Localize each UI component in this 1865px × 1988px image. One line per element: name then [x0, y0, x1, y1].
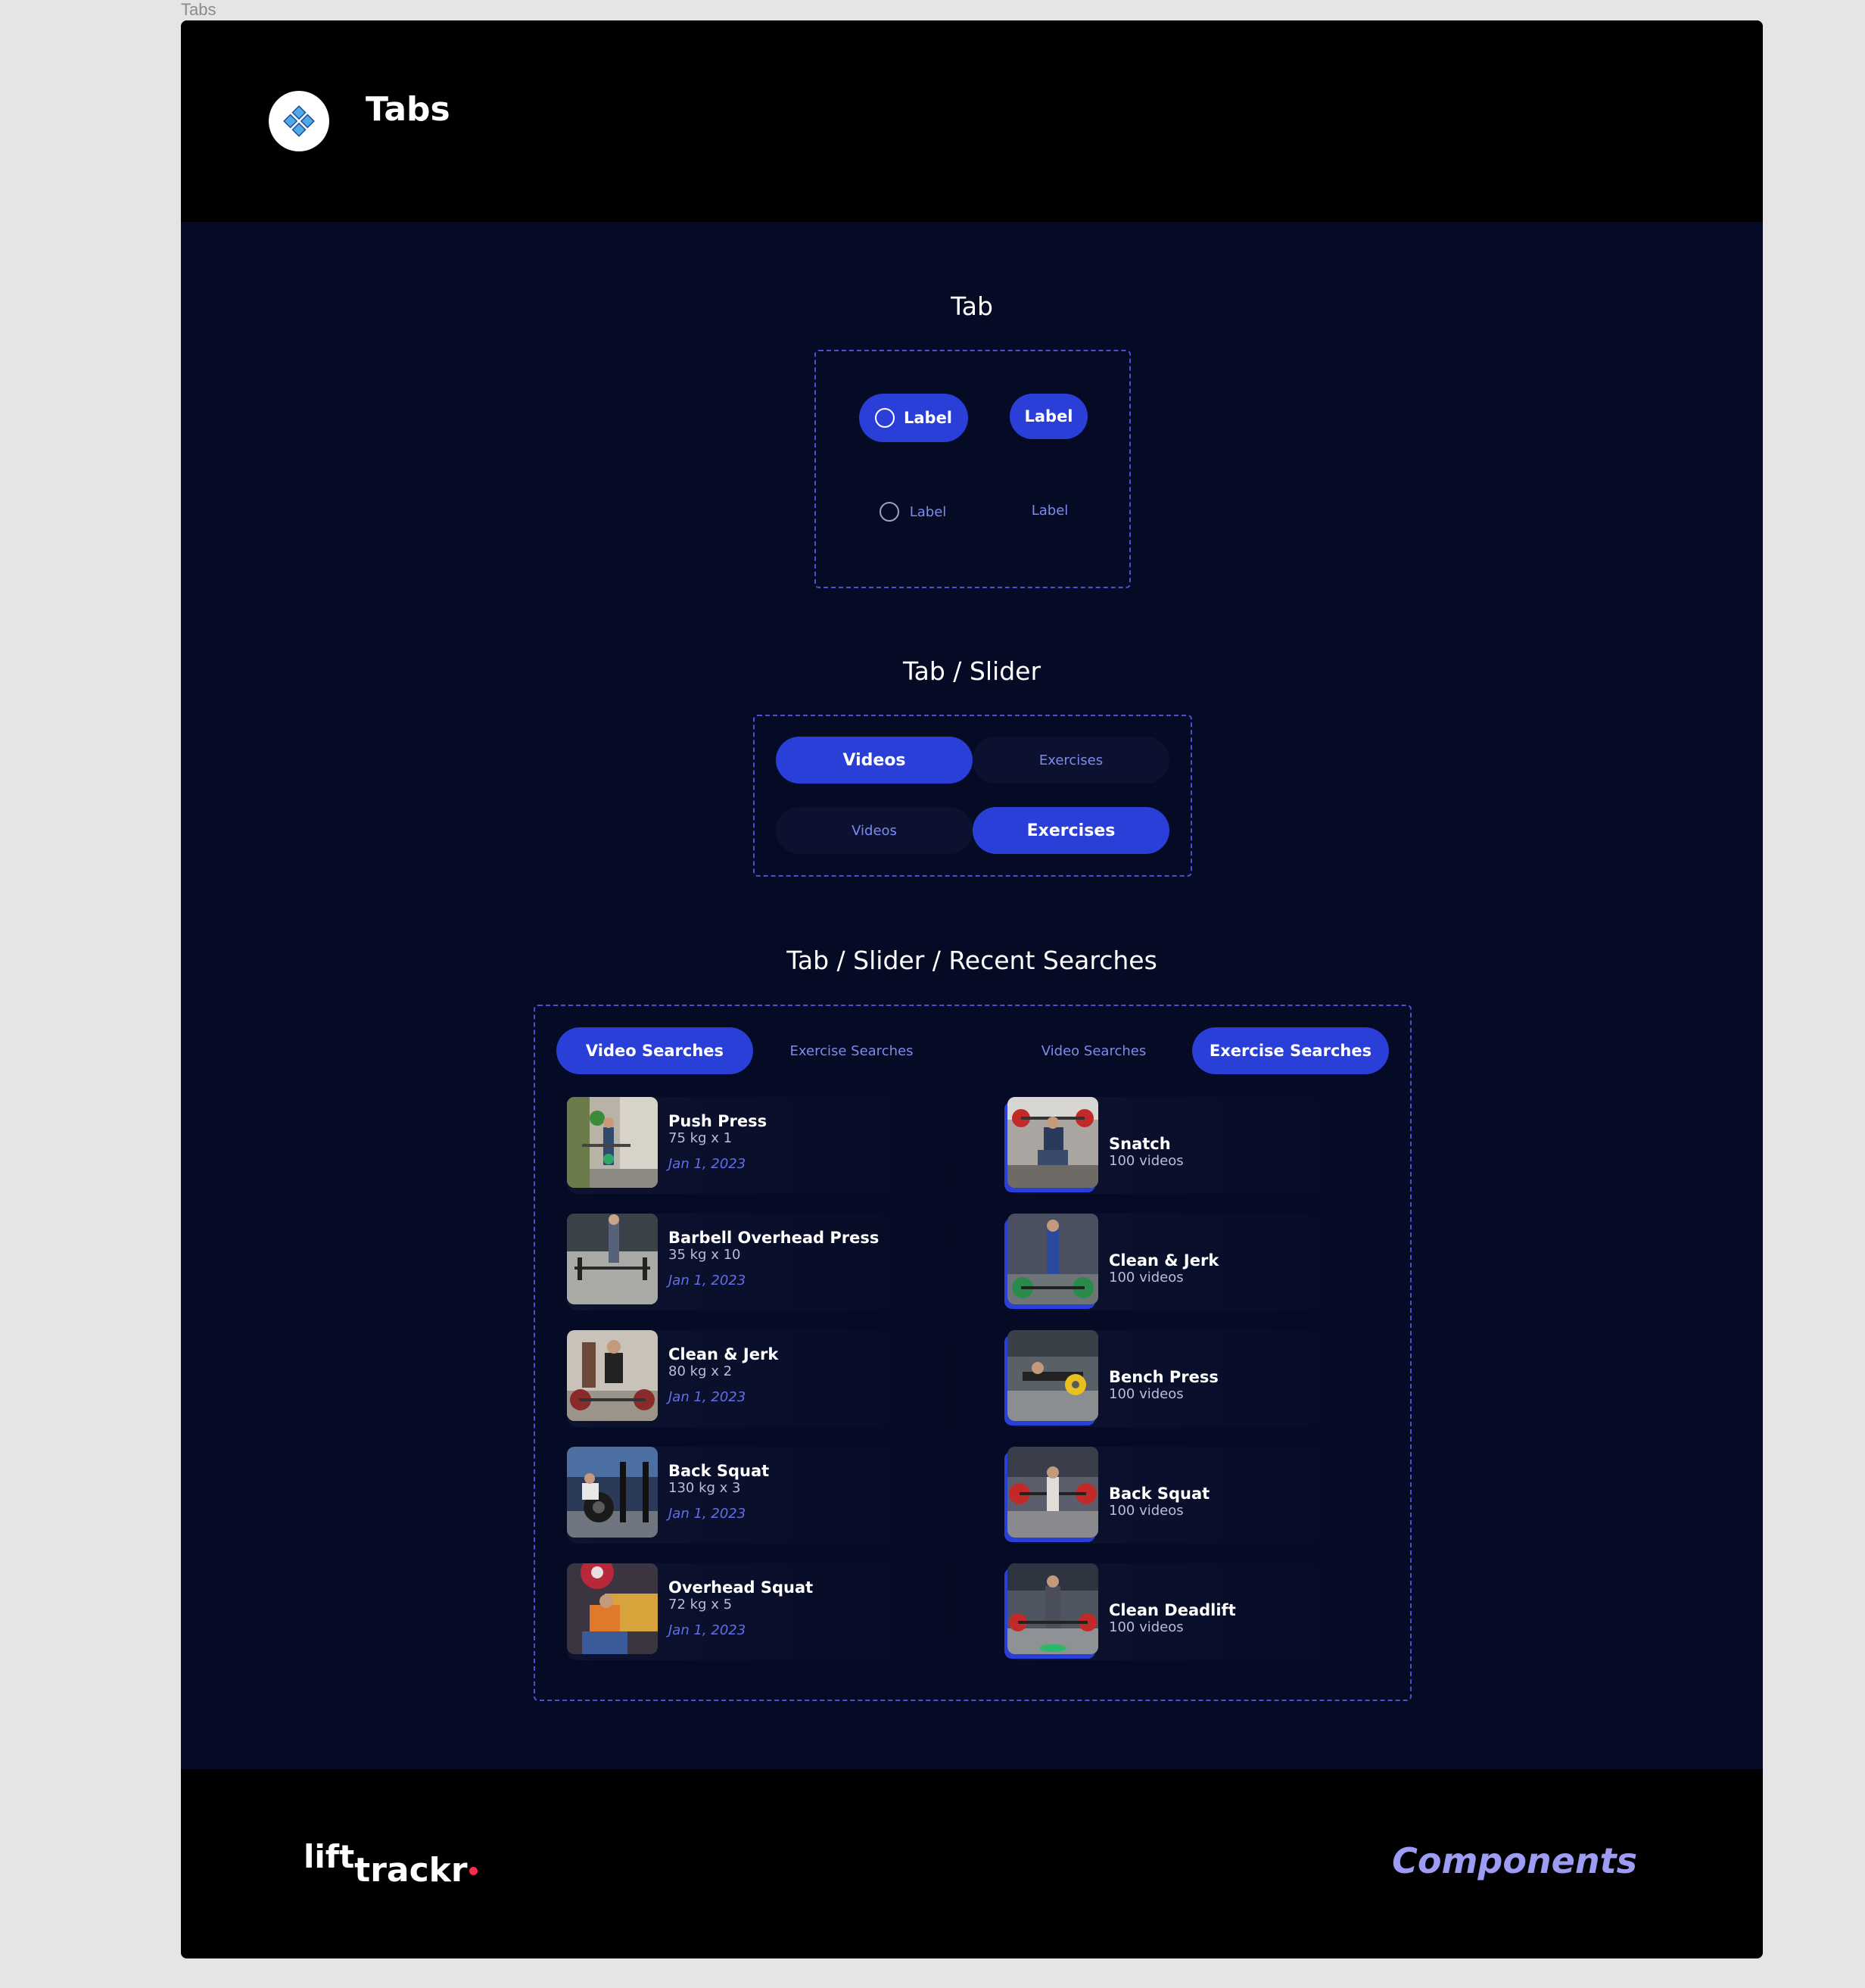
- exercise-thumbnail: [1007, 1447, 1098, 1538]
- slider-tab-videos-inactive[interactable]: Videos: [776, 807, 973, 854]
- frame-label: Tabs: [181, 0, 216, 19]
- component-diamond-icon: [283, 105, 315, 137]
- section-title-tab: Tab: [951, 291, 993, 321]
- search-weight-reps: 75 kg x 1: [668, 1130, 733, 1146]
- tab-label: Label: [903, 409, 953, 427]
- component-logo: [269, 91, 329, 151]
- search-weight-reps: 72 kg x 5: [668, 1597, 733, 1613]
- exercise-thumbnail: [1007, 1097, 1098, 1188]
- exercise-name: Clean & Jerk: [1109, 1251, 1219, 1270]
- page-footer: lifttrackr Components: [181, 1769, 1763, 1958]
- exercise-search-item[interactable]: Back Squat 100 videos: [1007, 1447, 1386, 1544]
- slider-tab-exercises-active[interactable]: Exercises: [973, 807, 1169, 854]
- video-thumbnail: [567, 1097, 658, 1188]
- exercise-search-item[interactable]: Bench Press 100 videos: [1007, 1330, 1386, 1427]
- search-exercise-name: Barbell Overhead Press: [668, 1229, 880, 1247]
- video-search-item[interactable]: Push Press 75 kg x 1 Jan 1, 2023: [567, 1097, 961, 1194]
- slider-tab-videos-active[interactable]: Videos: [776, 737, 973, 784]
- video-search-item[interactable]: Barbell Overhead Press 35 kg x 10 Jan 1,…: [567, 1214, 961, 1310]
- search-exercise-name: Back Squat: [668, 1462, 770, 1480]
- search-weight-reps: 35 kg x 10: [668, 1247, 741, 1263]
- search-weight-reps: 130 kg x 3: [668, 1480, 741, 1496]
- search-weight-reps: 80 kg x 2: [668, 1363, 733, 1379]
- brand-dot-icon: [469, 1867, 478, 1875]
- brand-trackr: trackr: [354, 1851, 468, 1890]
- search-exercise-name: Clean & Jerk: [668, 1345, 779, 1363]
- search-date: Jan 1, 2023: [668, 1622, 746, 1638]
- exercise-search-item[interactable]: Clean & Jerk 100 videos: [1007, 1214, 1386, 1310]
- video-thumbnail: [567, 1330, 658, 1421]
- exercise-video-count: 100 videos: [1109, 1619, 1184, 1635]
- video-thumbnail: [567, 1214, 658, 1304]
- page-header: Tabs: [181, 20, 1763, 222]
- exercise-video-count: 100 videos: [1109, 1386, 1184, 1402]
- exercise-video-count: 100 videos: [1109, 1270, 1184, 1285]
- video-search-item[interactable]: Overhead Squat 72 kg x 5 Jan 1, 2023: [567, 1563, 961, 1660]
- tabs-frame: Tabs Tab Label Label Label Label Tab / S…: [181, 20, 1763, 1958]
- tab-inactive-with-icon[interactable]: Label: [875, 497, 951, 527]
- section-title-slider: Tab / Slider: [902, 656, 1041, 686]
- exercise-name: Snatch: [1109, 1135, 1171, 1153]
- exercise-search-item[interactable]: Clean Deadlift 100 videos: [1007, 1563, 1386, 1660]
- exercise-thumbnail: [1007, 1214, 1098, 1304]
- tab-exercise-searches-active[interactable]: Exercise Searches: [1192, 1027, 1389, 1074]
- video-search-item[interactable]: Back Squat 130 kg x 3 Jan 1, 2023: [567, 1447, 961, 1544]
- slider-tab-exercises-inactive[interactable]: Exercises: [973, 737, 1169, 784]
- tab-inactive[interactable]: Label: [1020, 495, 1080, 525]
- section-title-recent-searches: Tab / Slider / Recent Searches: [786, 946, 1157, 975]
- search-date: Jan 1, 2023: [668, 1156, 746, 1172]
- exercise-thumbnail: [1007, 1563, 1098, 1654]
- tab-label: Label: [1024, 407, 1073, 425]
- circle-icon: [874, 408, 895, 428]
- exercise-name: Clean Deadlift: [1109, 1601, 1236, 1619]
- circle-icon: [879, 502, 899, 522]
- search-exercise-name: Push Press: [668, 1112, 767, 1130]
- footer-components-label: Components: [1392, 1840, 1637, 1881]
- slider-variants-box: Videos Exercises Videos Exercises: [753, 715, 1192, 877]
- brand-logo: lifttrackr: [304, 1838, 478, 1890]
- page-title: Tabs: [366, 90, 450, 129]
- search-exercise-name: Overhead Squat: [668, 1578, 814, 1597]
- tab-active[interactable]: Label: [1010, 394, 1088, 439]
- search-date: Jan 1, 2023: [668, 1273, 746, 1288]
- exercise-name: Back Squat: [1109, 1485, 1210, 1503]
- tab-variants-box: Label Label Label Label: [814, 350, 1131, 588]
- tab-video-searches-inactive[interactable]: Video Searches: [995, 1027, 1192, 1074]
- tab-label: Label: [909, 503, 947, 520]
- exercise-video-count: 100 videos: [1109, 1153, 1184, 1169]
- video-thumbnail: [567, 1563, 658, 1654]
- tab-exercise-searches-inactive[interactable]: Exercise Searches: [753, 1027, 950, 1074]
- exercise-video-count: 100 videos: [1109, 1503, 1184, 1519]
- tab-video-searches-active[interactable]: Video Searches: [556, 1027, 753, 1074]
- tab-label: Label: [1031, 502, 1069, 519]
- exercise-name: Bench Press: [1109, 1368, 1219, 1386]
- search-date: Jan 1, 2023: [668, 1389, 746, 1405]
- search-date: Jan 1, 2023: [668, 1506, 746, 1522]
- video-search-item[interactable]: Clean & Jerk 80 kg x 2 Jan 1, 2023: [567, 1330, 961, 1427]
- exercise-search-item[interactable]: Snatch 100 videos: [1007, 1097, 1386, 1194]
- exercise-thumbnail: [1007, 1330, 1098, 1421]
- tab-active-with-icon[interactable]: Label: [859, 394, 968, 442]
- video-thumbnail: [567, 1447, 658, 1538]
- brand-lift: lift: [304, 1838, 355, 1875]
- recent-searches-box: Video Searches Exercise Searches Video S…: [534, 1005, 1412, 1701]
